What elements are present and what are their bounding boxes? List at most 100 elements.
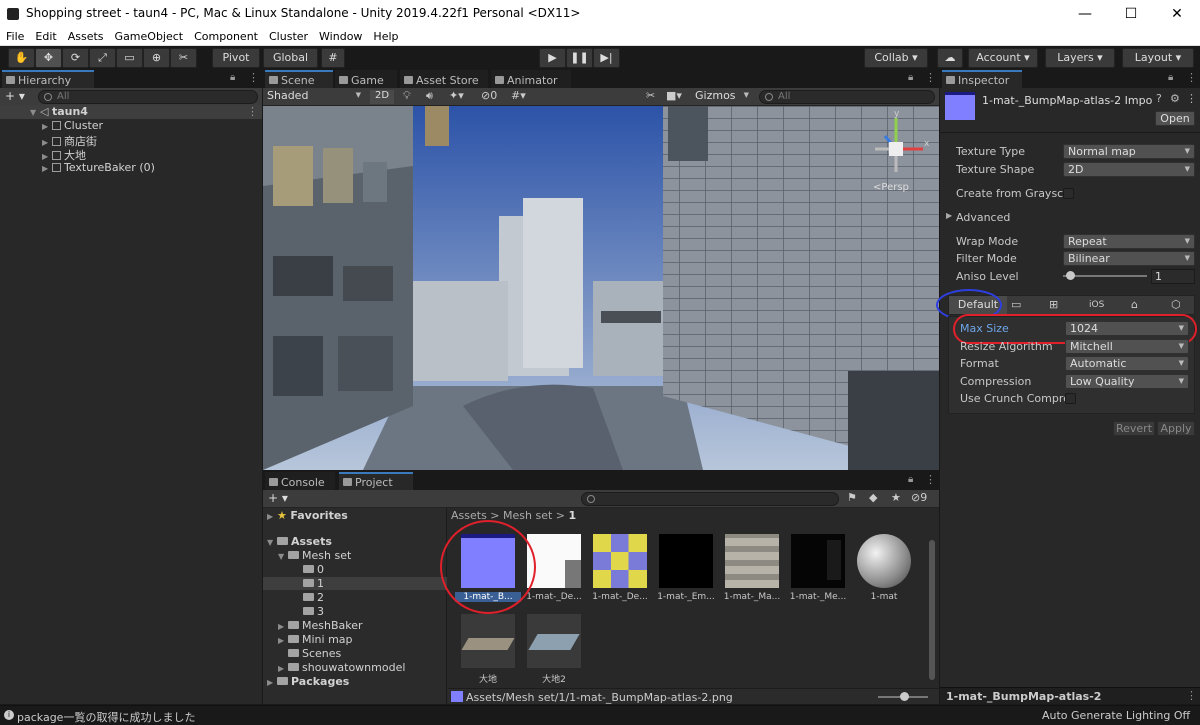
- wrap-mode-dropdown[interactable]: Repeat: [1063, 234, 1195, 249]
- android-icon[interactable]: ⌂: [1131, 298, 1138, 311]
- asset-thumbnail[interactable]: [659, 534, 713, 588]
- folder-mesh-set[interactable]: ▼ Mesh set: [278, 549, 351, 562]
- expand-arrow-icon[interactable]: ▶: [42, 164, 52, 173]
- close-button[interactable]: ✕: [1154, 0, 1200, 28]
- transform-tool-icon[interactable]: ⊕: [143, 48, 170, 68]
- more-menu-icon[interactable]: ⋮: [925, 473, 936, 486]
- rotate-tool-icon[interactable]: ⟳: [62, 48, 89, 68]
- collab-dropdown[interactable]: Collab ▾: [864, 48, 928, 68]
- tab-asset-store[interactable]: Asset Store: [400, 70, 488, 88]
- menu-window[interactable]: Window: [313, 28, 367, 43]
- grid-icon[interactable]: #▾: [511, 89, 526, 102]
- effects-icon[interactable]: ✦▾: [449, 89, 464, 102]
- asset-thumbnail[interactable]: [791, 534, 845, 588]
- menu-edit[interactable]: Edit: [29, 28, 61, 43]
- lock-icon[interactable]: 🔒︎: [908, 474, 913, 485]
- texture-shape-dropdown[interactable]: 2D: [1063, 162, 1195, 177]
- folder-shouwatownmodel[interactable]: ▶ shouwatownmodel: [278, 661, 405, 674]
- menu-help[interactable]: Help: [367, 28, 403, 43]
- format-dropdown[interactable]: Automatic: [1065, 356, 1189, 371]
- cloud-icon[interactable]: ☁: [937, 48, 963, 68]
- asset-thumbnail[interactable]: [725, 534, 779, 588]
- tab-console[interactable]: Console: [265, 472, 335, 490]
- layout-dropdown[interactable]: Layout ▾: [1122, 48, 1194, 68]
- maximize-button[interactable]: ☐: [1108, 0, 1154, 28]
- breadcrumb-item[interactable]: 1: [569, 509, 577, 522]
- folder-meshbaker[interactable]: ▶ MeshBaker: [278, 619, 363, 632]
- menu-assets[interactable]: Assets: [62, 28, 109, 43]
- more-menu-icon[interactable]: ⋮: [1186, 92, 1197, 105]
- desktop-icon[interactable]: ▭: [1011, 298, 1021, 311]
- folder-mini-map[interactable]: ▶ Mini map: [278, 633, 353, 646]
- aniso-slider-track[interactable]: [1063, 275, 1147, 277]
- mesh-thumbnail[interactable]: [461, 614, 515, 668]
- move-tool-icon[interactable]: ✥: [35, 48, 62, 68]
- play-button-icon[interactable]: ▶: [539, 48, 566, 68]
- folder-3[interactable]: 3: [303, 605, 324, 618]
- filter-mode-dropdown[interactable]: Bilinear: [1063, 251, 1195, 266]
- settings-icon[interactable]: ⚙: [1170, 92, 1180, 105]
- menu-gameobject[interactable]: GameObject: [109, 28, 189, 43]
- webgl-icon[interactable]: ⬡: [1171, 298, 1181, 311]
- 2d-toggle[interactable]: 2D: [370, 90, 394, 104]
- pause-button-icon[interactable]: ❚❚: [566, 48, 593, 68]
- camera-icon[interactable]: ■▾: [666, 89, 682, 102]
- scene-viewport[interactable]: y x <Persp: [263, 106, 939, 470]
- pivot-toggle[interactable]: Pivot: [212, 48, 260, 68]
- expand-arrow-icon[interactable]: ▶: [267, 512, 277, 521]
- crunch-checkbox[interactable]: [1065, 393, 1076, 404]
- lock-icon[interactable]: 🔒︎: [230, 72, 235, 83]
- filter-type-icon[interactable]: ⚑: [847, 491, 857, 504]
- expand-arrow-icon[interactable]: ▶: [278, 622, 288, 631]
- scale-tool-icon[interactable]: ⤢: [89, 48, 116, 68]
- more-menu-icon[interactable]: ⋮: [1186, 71, 1197, 84]
- tab-project[interactable]: Project: [339, 472, 413, 490]
- favorite-star-icon[interactable]: ★: [891, 491, 901, 504]
- more-menu-icon[interactable]: ⋮: [248, 71, 259, 84]
- scene-more-icon[interactable]: ⋮: [247, 105, 258, 118]
- hierarchy-item[interactable]: ▶ TextureBaker (0): [42, 161, 155, 174]
- account-dropdown[interactable]: Account ▾: [968, 48, 1038, 68]
- filter-label-icon[interactable]: ◆: [869, 491, 877, 504]
- folder-1[interactable]: 1: [263, 577, 447, 590]
- hidden-packages-icon[interactable]: ⊘9: [911, 491, 927, 504]
- global-toggle[interactable]: Global: [263, 48, 318, 68]
- help-icon[interactable]: ?: [1156, 92, 1162, 105]
- folder-0[interactable]: 0: [303, 563, 324, 576]
- project-search-input[interactable]: [581, 492, 839, 506]
- expand-arrow-icon[interactable]: ▶: [946, 211, 952, 220]
- grayscale-checkbox[interactable]: [1063, 188, 1074, 199]
- persp-label[interactable]: <Persp: [873, 182, 909, 193]
- expand-arrow-icon[interactable]: ▼: [30, 108, 40, 117]
- expand-arrow-icon[interactable]: ▶: [42, 122, 52, 131]
- create-button[interactable]: + ▾: [5, 89, 25, 103]
- advanced-row[interactable]: ▶ Advanced: [940, 209, 1200, 226]
- packages-node[interactable]: ▶ Packages: [267, 675, 349, 688]
- expand-arrow-icon[interactable]: ▶: [278, 664, 288, 673]
- rect-tool-icon[interactable]: ▭: [116, 48, 143, 68]
- hand-tool-icon[interactable]: ✋: [8, 48, 35, 68]
- more-menu-icon[interactable]: ⋮: [1186, 689, 1197, 702]
- revert-button[interactable]: Revert: [1113, 421, 1155, 436]
- gizmos-dropdown[interactable]: Gizmos: [691, 89, 753, 104]
- platform-tab-ios[interactable]: iOS: [1089, 300, 1104, 310]
- preview-header[interactable]: 1-mat-_BumpMap-atlas-2 ⋮: [940, 687, 1200, 704]
- lock-icon[interactable]: 🔒︎: [1168, 72, 1173, 83]
- breadcrumb-item[interactable]: Mesh set: [503, 509, 552, 522]
- expand-arrow-icon[interactable]: ▶: [42, 138, 52, 147]
- expand-arrow-icon[interactable]: ▼: [278, 552, 288, 561]
- layers-dropdown[interactable]: Layers ▾: [1045, 48, 1115, 68]
- tab-animator[interactable]: Animator: [491, 70, 571, 88]
- create-asset-button[interactable]: + ▾: [268, 491, 288, 505]
- hierarchy-search-input[interactable]: All: [38, 90, 258, 104]
- folder-2[interactable]: 2: [303, 591, 324, 604]
- tools-icon[interactable]: ✂: [646, 89, 655, 102]
- open-button[interactable]: Open: [1155, 111, 1195, 126]
- apply-button[interactable]: Apply: [1157, 421, 1195, 436]
- tab-inspector[interactable]: Inspector: [942, 70, 1022, 88]
- hidden-objects-icon[interactable]: ⊘0: [481, 89, 497, 102]
- tab-game[interactable]: Game: [335, 70, 397, 88]
- compression-dropdown[interactable]: Low Quality: [1065, 374, 1189, 389]
- scene-root[interactable]: ▼ ◁ taun4 ⋮: [0, 105, 262, 119]
- hierarchy-item[interactable]: ▶ Cluster: [42, 119, 103, 132]
